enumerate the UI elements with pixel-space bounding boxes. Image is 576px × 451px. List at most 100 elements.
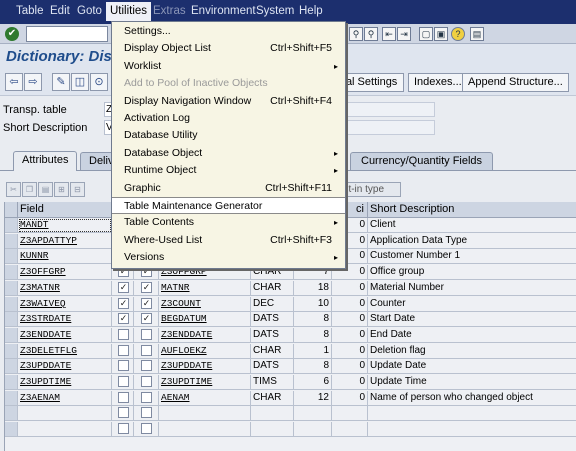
table-cell-init[interactable] [134, 375, 159, 390]
table-cell-length[interactable]: 18 [294, 280, 332, 296]
first-page-icon[interactable]: ⇤ [382, 27, 396, 41]
forward-arrow-icon[interactable]: ⇨ [24, 73, 42, 91]
tab-currency-quantity-fields[interactable]: Currency/Quantity Fields [350, 152, 494, 170]
short-description-column-header[interactable]: Short Description [368, 202, 576, 218]
table-cell-field[interactable]: Z3STRDATE [18, 312, 112, 328]
find-next-icon[interactable]: ⚲ [364, 27, 378, 41]
menu-environment[interactable]: Environment [191, 5, 256, 17]
key-checkbox[interactable]: ✓ [118, 281, 129, 293]
init-checkbox[interactable]: ✓ [141, 297, 152, 309]
table-cell-key[interactable] [112, 390, 134, 406]
table-cell-desc[interactable]: Customer Number 1 [368, 249, 576, 265]
menu-item-settings[interactable]: Settings... [112, 23, 345, 40]
table-cell-length[interactable]: 6 [294, 375, 332, 390]
table-cell-desc[interactable]: Start Date [368, 312, 576, 328]
table-cell-desc[interactable]: Material Number [368, 281, 576, 296]
table-cell-type[interactable]: CHAR [251, 280, 294, 296]
table-cell-init[interactable] [134, 343, 159, 359]
row-selector[interactable] [5, 375, 18, 390]
table-cell-type[interactable]: DEC [251, 296, 294, 312]
menu-utilities[interactable]: Utilities [106, 2, 152, 21]
key-checkbox[interactable] [118, 376, 129, 387]
menu-item-graphic[interactable]: Graphic Ctrl+Shift+F11 [112, 180, 345, 197]
menu-item-database-utility[interactable]: Database Utility [112, 127, 345, 144]
row-selector[interactable] [5, 390, 18, 406]
table-cell-dec[interactable]: 0 [332, 343, 368, 359]
table-cell-key[interactable]: ✓ [112, 296, 134, 312]
table-cell-key[interactable] [112, 343, 134, 359]
table-cell-dec[interactable]: 0 [332, 359, 368, 375]
new-session-icon[interactable]: ▢ [419, 27, 433, 41]
table-cell-length[interactable] [294, 422, 332, 438]
table-cell-field[interactable]: Z3WAIVEQ [18, 296, 112, 312]
table-cell-field[interactable]: Z3AENAM [18, 390, 112, 406]
menu-goto[interactable]: Goto [77, 5, 102, 17]
row-selector[interactable] [5, 422, 18, 438]
row-selector[interactable] [5, 312, 18, 328]
table-cell-length[interactable] [294, 406, 332, 422]
table-cell-key[interactable] [112, 359, 134, 375]
tab-attributes[interactable]: Attributes [13, 151, 78, 171]
append-structure-button[interactable]: Append Structure... [462, 73, 569, 92]
row-selector[interactable] [5, 406, 18, 422]
table-cell-desc[interactable] [368, 406, 576, 422]
table-cell-element[interactable] [159, 422, 251, 438]
table-cell-element[interactable]: Z3ENDDATE [159, 327, 251, 343]
row-selector[interactable] [5, 218, 18, 233]
table-cell-desc[interactable]: End Date [368, 328, 576, 343]
table-cell-element[interactable] [159, 406, 251, 422]
init-checkbox[interactable] [141, 328, 152, 340]
row-selector[interactable] [5, 296, 18, 312]
menu-item-versions[interactable]: Versions ▸ [112, 249, 345, 266]
table-cell-field[interactable]: MANDT [18, 218, 112, 233]
table-cell-length[interactable]: 12 [294, 390, 332, 406]
menu-table[interactable]: Table [16, 5, 44, 17]
row-selector[interactable] [5, 249, 18, 265]
table-cell-length[interactable]: 10 [294, 296, 332, 312]
table-cell-key[interactable]: ✓ [112, 280, 134, 296]
table-cell-desc[interactable]: Name of person who changed object [368, 391, 576, 406]
key-checkbox[interactable] [118, 360, 129, 372]
table-cell-desc[interactable]: Client [368, 218, 576, 233]
table-cell-element[interactable]: Z3UPDDATE [159, 359, 251, 375]
init-checkbox[interactable]: ✓ [141, 281, 152, 293]
shortcut-icon[interactable]: ▣ [434, 27, 448, 41]
table-cell-dec[interactable]: 0 [332, 375, 368, 390]
help-icon[interactable]: ? [451, 27, 465, 41]
menu-item-table-maintenance-generator[interactable]: Table Maintenance Generator [112, 197, 345, 214]
field-column-header[interactable]: Field [18, 202, 112, 218]
table-cell-dec[interactable] [332, 406, 368, 422]
key-checkbox[interactable] [118, 423, 129, 435]
table-cell-init[interactable]: ✓ [134, 296, 159, 312]
paste-icon[interactable]: ▤ [38, 182, 53, 197]
init-checkbox[interactable] [141, 391, 152, 403]
copy-icon[interactable]: ❐ [22, 182, 37, 197]
table-cell-field[interactable]: Z3ENDDATE [18, 327, 112, 343]
init-checkbox[interactable]: ✓ [141, 313, 152, 325]
table-cell-field[interactable]: Z3UPDDATE [18, 359, 112, 375]
row-selector[interactable] [5, 233, 18, 249]
key-checkbox[interactable] [118, 407, 129, 419]
table-cell-length[interactable]: 8 [294, 359, 332, 375]
find-icon[interactable]: ⚲ [349, 27, 363, 41]
init-checkbox[interactable] [141, 360, 152, 372]
check-icon[interactable]: ⊙ [90, 73, 108, 91]
table-cell-type[interactable]: DATS [251, 327, 294, 343]
table-cell-type[interactable]: DATS [251, 312, 294, 328]
table-cell-dec[interactable]: 0 [332, 312, 368, 328]
table-cell-init[interactable] [134, 390, 159, 406]
table-cell-length[interactable]: 8 [294, 312, 332, 328]
other-object-icon[interactable]: ◫ [71, 73, 89, 91]
table-cell-type[interactable]: DATS [251, 359, 294, 375]
table-cell-desc[interactable] [368, 422, 576, 438]
table-cell-desc[interactable]: Deletion flag [368, 344, 576, 359]
row-selector[interactable] [5, 343, 18, 359]
key-checkbox[interactable]: ✓ [118, 297, 129, 309]
table-cell-field[interactable] [18, 406, 112, 422]
table-cell-init[interactable] [134, 422, 159, 438]
table-cell-element[interactable]: AENAM [159, 390, 251, 406]
table-cell-type[interactable] [251, 406, 294, 422]
menu-item-display-navigation-window[interactable]: Display Navigation Window Ctrl+Shift+F4 [112, 93, 345, 110]
menu-edit[interactable]: Edit [50, 5, 70, 17]
menu-item-display-object-list[interactable]: Display Object List Ctrl+Shift+F5 [112, 40, 345, 57]
